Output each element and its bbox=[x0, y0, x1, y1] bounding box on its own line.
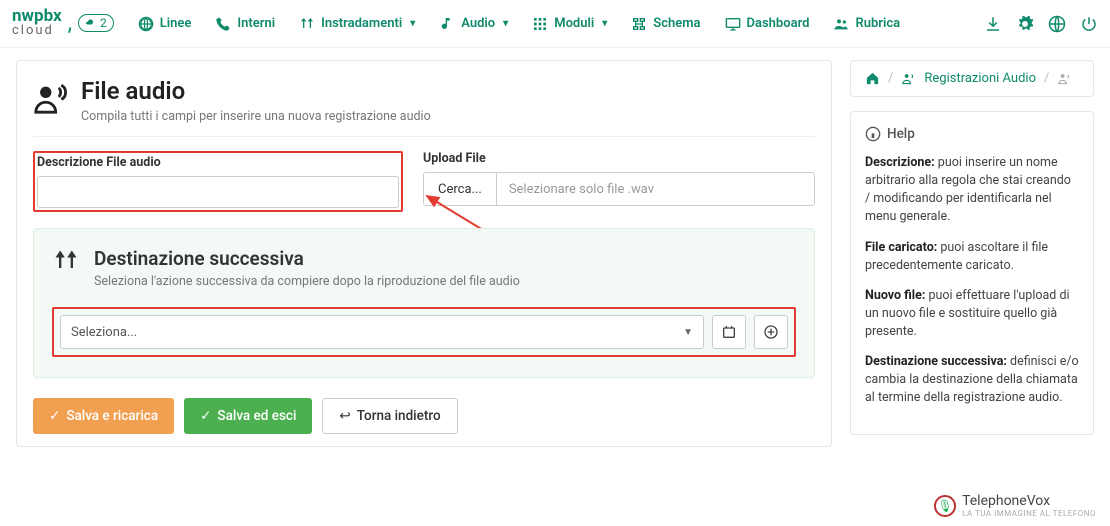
app-logo[interactable]: nwpbx cloud , 2 bbox=[12, 9, 114, 37]
upload-file-field: Cerca... Selezionare solo file .wav bbox=[423, 172, 815, 206]
globe-icon bbox=[138, 16, 154, 32]
nav-dashboard[interactable]: Dashboard bbox=[715, 10, 820, 38]
nav-schema[interactable]: Schema bbox=[621, 10, 710, 38]
logo-badge: 2 bbox=[78, 14, 114, 32]
back-arrow-icon: ↩ bbox=[339, 408, 350, 424]
destination-select-placeholder: Seleziona... bbox=[71, 325, 137, 340]
plus-circle-icon bbox=[763, 324, 779, 340]
record-voice-icon bbox=[33, 81, 67, 115]
save-reload-button[interactable]: ✓Salva e ricarica bbox=[33, 398, 174, 434]
description-input[interactable] bbox=[37, 176, 399, 208]
chevron-down-icon: ▾ bbox=[410, 18, 415, 29]
contacts-icon bbox=[833, 16, 849, 32]
nav-rubrica[interactable]: Rubrica bbox=[823, 10, 910, 38]
nav-items: Linee Interni Instradamenti▾ Audio▾ Modu… bbox=[128, 10, 910, 38]
open-modal-button[interactable] bbox=[712, 315, 746, 349]
help-p3: Nuovo file: puoi effettuare l'upload di … bbox=[865, 287, 1079, 341]
upload-placeholder: Selezionare solo file .wav bbox=[497, 173, 814, 205]
home-icon[interactable] bbox=[865, 71, 880, 86]
help-panel: Help Descrizione: puoi inserire un nome … bbox=[850, 111, 1094, 435]
page-title: File audio bbox=[81, 77, 431, 105]
help-title: Help bbox=[865, 126, 1079, 142]
check-icon: ✓ bbox=[200, 408, 211, 424]
open-in-new-icon bbox=[721, 324, 737, 340]
help-p4: Destinazione successiva: definisci e/o c… bbox=[865, 353, 1079, 407]
help-p2: File caricato: puoi ascoltare il file pr… bbox=[865, 239, 1079, 275]
nav-right bbox=[984, 15, 1098, 33]
chevron-down-icon: ▼ bbox=[683, 327, 693, 338]
schema-icon bbox=[631, 16, 647, 32]
page-subtitle: Compila tutti i campi per inserire una n… bbox=[81, 109, 431, 124]
record-voice-icon bbox=[901, 71, 916, 86]
destination-title: Destinazione successiva bbox=[94, 247, 520, 270]
back-button[interactable]: ↩Torna indietro bbox=[322, 398, 457, 434]
power-icon[interactable] bbox=[1080, 15, 1098, 33]
phone-icon bbox=[215, 16, 231, 32]
action-buttons: ✓Salva e ricarica ✓Salva ed esci ↩Torna … bbox=[33, 398, 815, 434]
description-label: Descrizione File audio bbox=[37, 155, 399, 170]
info-icon bbox=[865, 126, 881, 142]
nav-linee[interactable]: Linee bbox=[128, 10, 202, 38]
destination-subtitle: Seleziona l'azione successiva da compier… bbox=[94, 274, 520, 289]
music-note-icon bbox=[439, 16, 455, 32]
upload-browse-button[interactable]: Cerca... bbox=[424, 173, 497, 205]
route-icon bbox=[299, 16, 315, 32]
destination-select[interactable]: Seleziona... ▼ bbox=[60, 315, 704, 349]
save-exit-button[interactable]: ✓Salva ed esci bbox=[184, 398, 312, 434]
highlight-description: Descrizione File audio bbox=[33, 151, 403, 212]
page-header: File audio Compila tutti i campi per ins… bbox=[33, 77, 815, 137]
nav-interni[interactable]: Interni bbox=[205, 10, 285, 38]
footer-logo: 🎙 TelephoneVox LA TUA IMMAGINE AL TELEFO… bbox=[934, 493, 1096, 518]
help-p1: Descrizione: puoi inserire un nome arbit… bbox=[865, 154, 1079, 227]
add-destination-button[interactable] bbox=[754, 315, 788, 349]
gear-icon[interactable] bbox=[1016, 15, 1034, 33]
grid-icon bbox=[532, 16, 548, 32]
main-card: File audio Compila tutti i campi per ins… bbox=[16, 60, 832, 447]
highlight-destination: Seleziona... ▼ bbox=[52, 307, 796, 357]
check-icon: ✓ bbox=[49, 408, 60, 424]
download-icon[interactable] bbox=[984, 15, 1002, 33]
top-nav: nwpbx cloud , 2 Linee Interni Instradame… bbox=[0, 0, 1110, 48]
monitor-icon bbox=[725, 16, 741, 32]
breadcrumb-link[interactable]: Registrazioni Audio bbox=[924, 71, 1036, 86]
footer-logo-mark: 🎙 bbox=[934, 495, 956, 517]
chevron-down-icon: ▾ bbox=[602, 18, 607, 29]
record-voice-icon bbox=[1057, 71, 1072, 86]
nav-instradamenti[interactable]: Instradamenti▾ bbox=[289, 10, 425, 38]
nav-audio[interactable]: Audio▾ bbox=[429, 10, 518, 38]
nav-moduli[interactable]: Moduli▾ bbox=[522, 10, 617, 38]
breadcrumb: / Registrazioni Audio / bbox=[850, 60, 1094, 97]
globe-icon[interactable] bbox=[1048, 15, 1066, 33]
route-icon bbox=[52, 247, 80, 275]
chevron-down-icon: ▾ bbox=[503, 18, 508, 29]
destination-panel: Destinazione successiva Seleziona l'azio… bbox=[33, 228, 815, 378]
upload-label: Upload File bbox=[423, 151, 815, 166]
